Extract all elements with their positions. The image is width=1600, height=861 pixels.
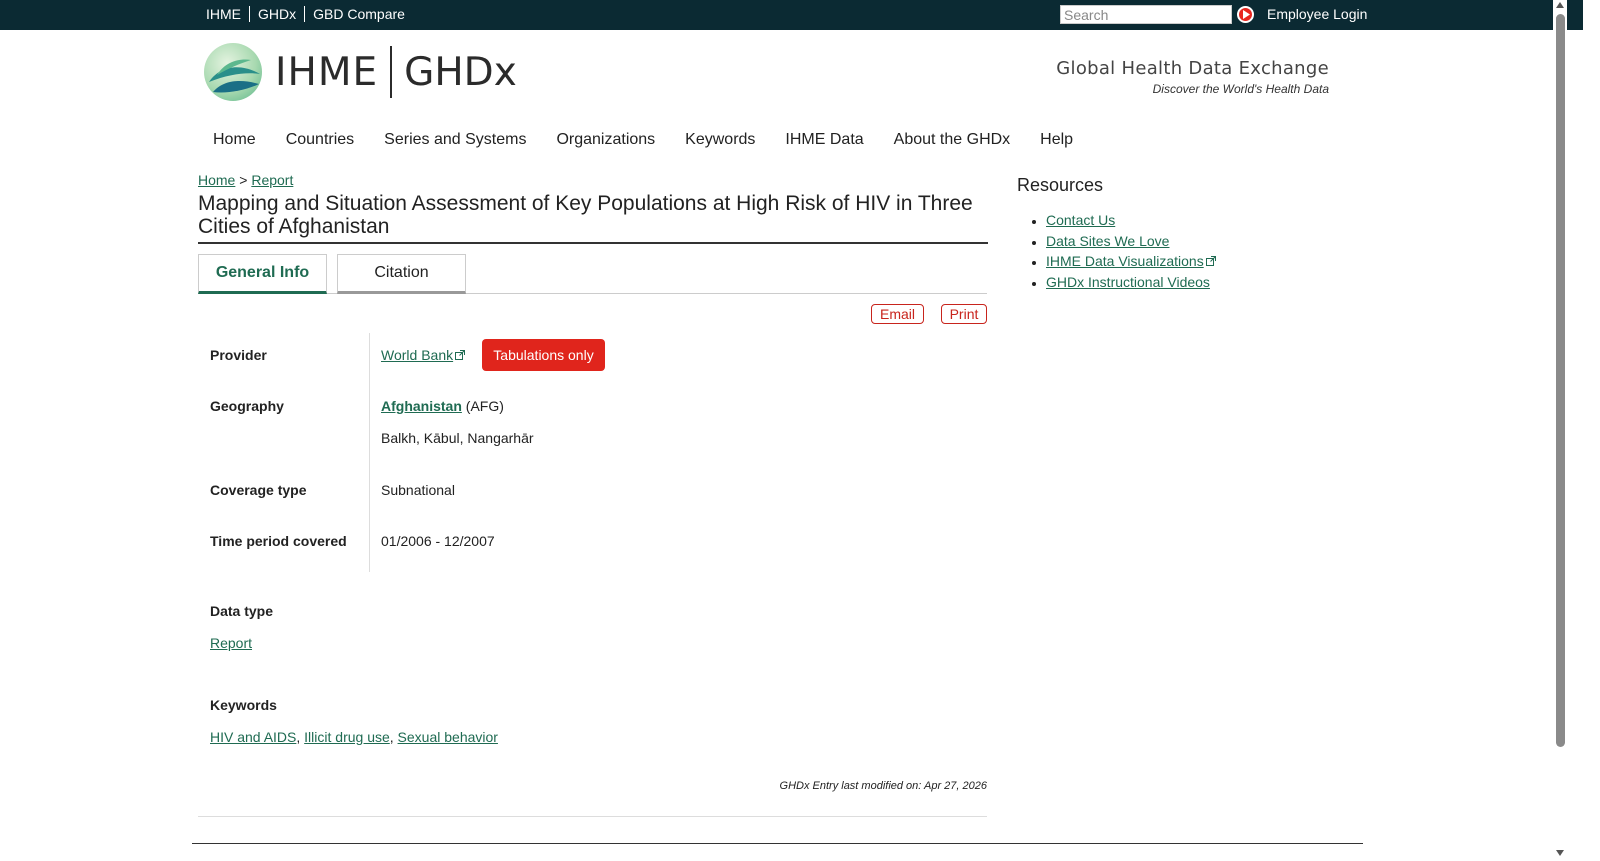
details-divider <box>369 333 370 572</box>
geography-label: Geography <box>210 398 284 414</box>
topnav-ihme-link[interactable]: IHME <box>206 6 249 22</box>
resources-item: Contact Us <box>1046 210 1216 231</box>
keyword-separator: , <box>296 729 301 745</box>
breadcrumb-report-link[interactable]: Report <box>251 172 293 188</box>
resources-item: GHDx Instructional Videos <box>1046 272 1216 293</box>
external-link-icon <box>1205 256 1216 266</box>
keyword-illicit-drug-use-link[interactable]: Illicit drug use <box>304 729 390 745</box>
print-button[interactable]: Print <box>941 304 987 324</box>
last-modified-text: GHDx Entry last modified on: Apr 27, 202… <box>779 780 987 792</box>
nav-keywords[interactable]: Keywords <box>685 131 755 149</box>
top-bar: IHME GHDx GBD Compare Employee Login <box>0 0 1583 30</box>
scroll-up-arrow-icon[interactable] <box>1556 2 1564 8</box>
main-nav: Home Countries Series and Systems Organi… <box>213 131 1103 149</box>
logo-ghdx-text: GHDx <box>404 49 517 95</box>
resources-list: Contact Us Data Sites We Love IHME Data … <box>1046 210 1216 292</box>
footer-divider <box>192 843 1363 844</box>
geography-country-link[interactable]: Afghanistan <box>381 398 462 414</box>
breadcrumb-home-link[interactable]: Home <box>198 172 235 188</box>
topnav-gbd-compare-link[interactable]: GBD Compare <box>304 6 413 22</box>
keywords-list: HIV and AIDS, Illicit drug use, Sexual b… <box>210 729 498 745</box>
coverage-type-value: Subnational <box>381 482 455 498</box>
tab-general-info[interactable]: General Info <box>198 254 327 294</box>
employee-login-link[interactable]: Employee Login <box>1267 6 1367 22</box>
nav-home[interactable]: Home <box>213 131 256 149</box>
logo-ihme-text: IHME <box>275 49 379 95</box>
external-link-icon <box>455 350 466 360</box>
nav-ihme-data[interactable]: IHME Data <box>785 131 863 149</box>
resources-item: Data Sites We Love <box>1046 231 1216 252</box>
nav-series-and-systems[interactable]: Series and Systems <box>384 131 526 149</box>
vertical-scrollbar[interactable] <box>1553 0 1567 861</box>
resources-instructional-videos-link[interactable]: GHDx Instructional Videos <box>1046 274 1210 290</box>
scroll-down-arrow-icon[interactable] <box>1556 850 1564 856</box>
data-type-label: Data type <box>210 603 274 619</box>
resources-data-sites-link[interactable]: Data Sites We Love <box>1046 233 1169 249</box>
scrollbar-thumb[interactable] <box>1556 14 1565 747</box>
geography-country-code: (AFG) <box>465 398 504 414</box>
play-arrow-icon <box>1242 10 1250 19</box>
search-input[interactable] <box>1060 5 1232 24</box>
ihme-logo-icon <box>204 43 262 101</box>
page-title: Mapping and Situation Assessment of Key … <box>198 192 988 244</box>
keyword-hiv-and-aids-link[interactable]: HIV and AIDS <box>210 729 296 745</box>
top-nav: IHME GHDx GBD Compare <box>206 6 413 22</box>
logo-divider <box>390 46 393 98</box>
site-tagline: Discover the World's Health Data <box>1152 82 1329 96</box>
search-submit-button[interactable] <box>1237 6 1254 23</box>
nav-countries[interactable]: Countries <box>286 131 354 149</box>
geography-value: Afghanistan (AFG) <box>381 398 504 414</box>
nav-help[interactable]: Help <box>1040 131 1073 149</box>
breadcrumb: Home > Report <box>198 172 293 188</box>
email-button[interactable]: Email <box>871 304 924 324</box>
record-tabs: General Info Citation <box>198 254 987 294</box>
resources-ihme-visualizations-link[interactable]: IHME Data Visualizations <box>1046 253 1204 269</box>
data-type-report-link[interactable]: Report <box>210 635 252 651</box>
content-divider <box>198 816 987 817</box>
provider-label: Provider <box>210 347 267 363</box>
nav-organizations[interactable]: Organizations <box>556 131 655 149</box>
resources-item: IHME Data Visualizations <box>1046 251 1216 272</box>
time-period-label: Time period covered <box>210 533 347 549</box>
tab-citation[interactable]: Citation <box>337 254 466 294</box>
site-title: Global Health Data Exchange Discover the… <box>1056 58 1329 96</box>
topnav-ghdx-link[interactable]: GHDx <box>249 6 304 22</box>
data-type-value: Report <box>210 635 252 651</box>
provider-value: World Bank <box>381 347 466 363</box>
keywords-label: Keywords <box>210 697 277 713</box>
geography-subregions: Balkh, Kābul, Nangarhār <box>381 430 534 446</box>
coverage-type-label: Coverage type <box>210 482 307 498</box>
keyword-sexual-behavior-link[interactable]: Sexual behavior <box>398 729 498 745</box>
keyword-separator: , <box>389 729 394 745</box>
tabulations-only-badge: Tabulations only <box>482 339 605 371</box>
provider-link[interactable]: World Bank <box>381 347 453 363</box>
breadcrumb-separator: > <box>239 172 248 188</box>
nav-about-the-ghdx[interactable]: About the GHDx <box>894 131 1011 149</box>
resources-title: Resources <box>1017 175 1104 195</box>
time-period-value: 01/2006 - 12/2007 <box>381 533 495 549</box>
site-title-main: Global Health Data Exchange <box>1056 58 1329 79</box>
site-logo[interactable]: IHME GHDx <box>203 42 517 102</box>
resources-contact-us-link[interactable]: Contact Us <box>1046 212 1115 228</box>
